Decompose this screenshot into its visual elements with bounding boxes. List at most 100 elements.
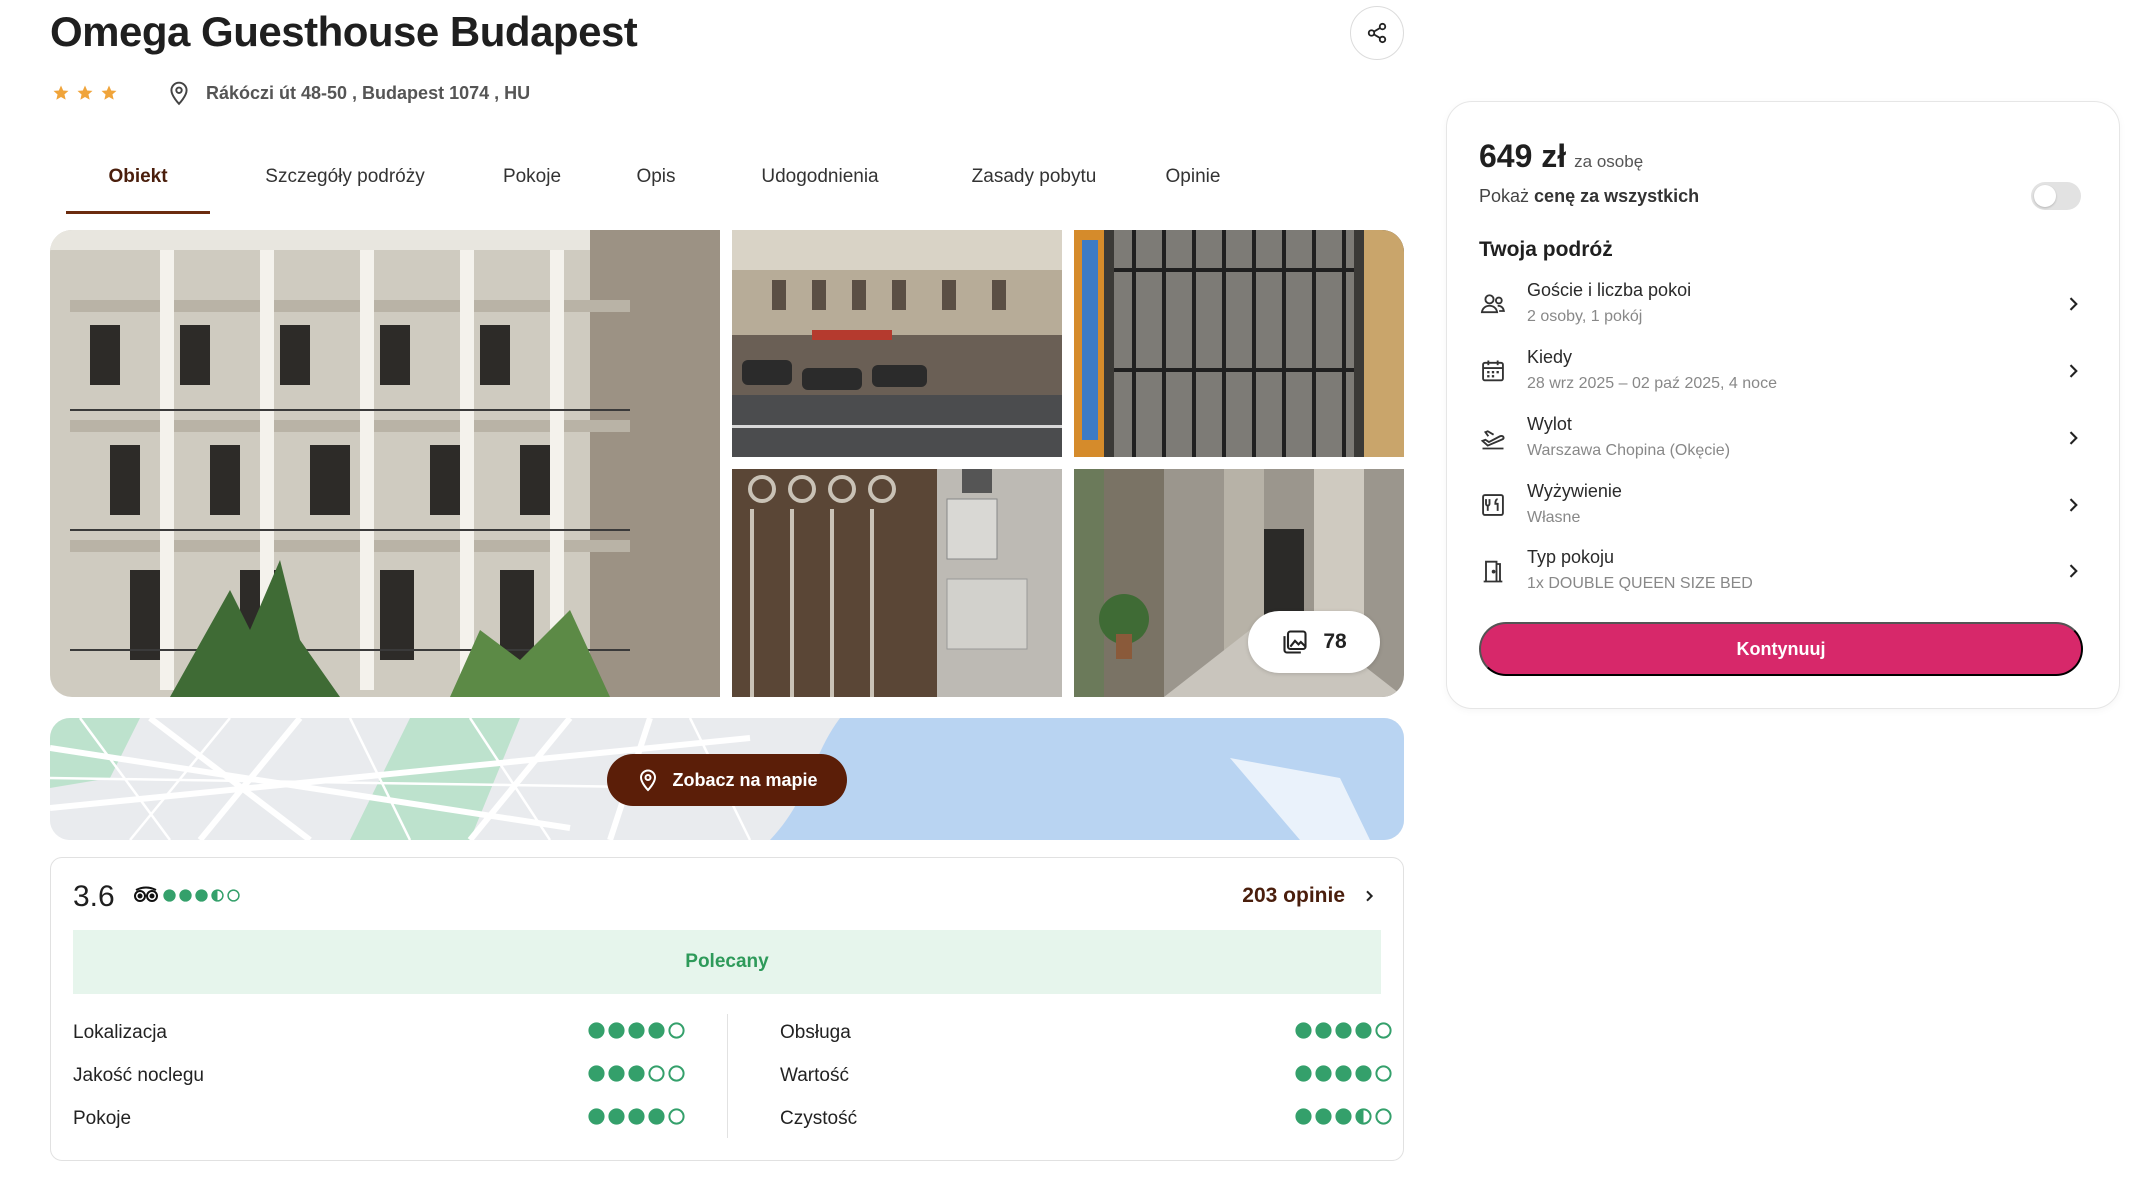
category-label: Wartość [780, 1065, 849, 1086]
tab-opinie[interactable]: Opinie [1138, 152, 1248, 214]
door-icon [1483, 560, 1503, 583]
price-toggle-label: Pokaż cenę za wszystkich [1479, 186, 1699, 207]
share-icon [1367, 22, 1387, 44]
photo-gallery[interactable] [50, 230, 1404, 697]
tab-opis[interactable]: Opis [616, 152, 696, 214]
trip-row-label: Wyżywienie [1527, 481, 1622, 501]
chevron-right-icon [2069, 431, 2078, 445]
category-label: Jakość noclegu [73, 1065, 204, 1086]
category-bubbles [588, 1065, 685, 1082]
rating-bubble [608, 1108, 625, 1125]
plane-departure-icon [1480, 430, 1505, 450]
category-label: Czystość [780, 1108, 858, 1129]
rating-bubbles [163, 888, 240, 902]
rating-bubble [1375, 1108, 1392, 1125]
rating-bubble [608, 1065, 625, 1082]
rating-bubble [227, 888, 240, 902]
rating-bubble [648, 1022, 665, 1039]
trip-row-label: Kiedy [1527, 347, 1573, 367]
trip-row-value: Własne [1527, 509, 1581, 526]
price-block: 649 zł za osobę [1479, 138, 1643, 175]
hotel-title: Omega Guesthouse Budapest [50, 8, 638, 55]
meal-icon [1482, 494, 1504, 516]
reviews-summary: 3.6 203 opinie Polecany Lokalizacja Jako… [50, 857, 1404, 1161]
rating-bubble [1375, 1022, 1392, 1039]
star-icon [53, 85, 69, 100]
rating-bubble [628, 1022, 645, 1039]
rating-bubble [668, 1022, 685, 1039]
gallery-photo-gate[interactable] [1074, 230, 1404, 457]
see-on-map-label: Zobacz na mapie [672, 769, 818, 790]
category-label: Pokoje [73, 1108, 132, 1129]
rating-bubble [1335, 1022, 1352, 1039]
trip-row-value: 1x DOUBLE QUEEN SIZE BED [1527, 575, 1753, 592]
rating-bubble [648, 1065, 665, 1082]
column-divider [727, 1014, 728, 1138]
tab-zasady-pobytu[interactable]: Zasady pobytu [944, 152, 1124, 214]
rating-bubble [1335, 1108, 1352, 1125]
gallery-icon [1283, 630, 1307, 654]
category-bubbles [588, 1108, 685, 1125]
rating-bubble [628, 1108, 645, 1125]
star-rating [52, 84, 118, 102]
toggle-bold: cenę za wszystkich [1534, 186, 1700, 206]
category-label: Lokalizacja [73, 1022, 167, 1043]
price-unit: za osobę [1574, 152, 1644, 171]
rating-bubble [1375, 1065, 1392, 1082]
price-for-all-toggle[interactable] [2031, 182, 2081, 210]
reviews-count-link[interactable]: 203 opinie [1242, 884, 1377, 908]
trip-row-dates[interactable]: Kiedy 28 wrz 2025 – 02 paź 2025, 4 noce [1479, 347, 2083, 409]
category-bubbles [588, 1022, 685, 1039]
trip-row-meals[interactable]: Wyżywienie Własne [1479, 481, 2083, 543]
star-icon [77, 85, 93, 100]
trip-row-label: Goście i liczba pokoi [1527, 280, 1692, 300]
tab-pokoje[interactable]: Pokoje [482, 152, 582, 214]
category-bubbles [1295, 1065, 1392, 1082]
gallery-photo-intercom[interactable] [732, 469, 1062, 697]
rating-bubble [1315, 1022, 1332, 1039]
tab-obiekt[interactable]: Obiekt [66, 152, 210, 214]
gallery-main-photo[interactable] [50, 230, 720, 697]
rating-bubble [588, 1065, 605, 1082]
trip-row-label: Wylot [1527, 414, 1572, 434]
rating-bubble [1315, 1108, 1332, 1125]
rating-bubble [1295, 1108, 1312, 1125]
rating-bubble [163, 888, 176, 902]
rating-bubble [179, 888, 192, 902]
star-icon [101, 85, 117, 100]
category-label: Obsługa [780, 1022, 851, 1043]
category-bubbles [1295, 1108, 1392, 1125]
chevron-right-icon [1366, 890, 1374, 902]
rating-bubble [211, 888, 224, 902]
see-on-map-button[interactable]: Zobacz na mapie [607, 754, 847, 806]
trip-row-departure[interactable]: Wylot Warszawa Chopina (Okęcie) [1479, 414, 2083, 476]
photo-count-button[interactable]: 78 [1248, 611, 1380, 673]
share-button[interactable] [1350, 6, 1404, 60]
trip-row-guests[interactable]: Goście i liczba pokoi 2 osoby, 1 pokój [1479, 280, 2083, 342]
tab-szczegoly-podrozy[interactable]: Szczegóły podróży [230, 152, 460, 214]
rating-bubble [1355, 1022, 1372, 1039]
tripadvisor-rating [133, 886, 240, 904]
gallery-photo-street[interactable] [732, 230, 1062, 457]
rating-bubble [1315, 1065, 1332, 1082]
price-value: 649 zł [1479, 138, 1567, 174]
photo-count-label: 78 [1323, 630, 1347, 653]
rating-bubble [1355, 1065, 1372, 1082]
recommended-badge: Polecany [73, 930, 1381, 994]
hotel-address: Rákóczi út 48-50 , Budapest 1074 , HU [206, 82, 531, 103]
rating-bubble [668, 1108, 685, 1125]
trip-row-room-type[interactable]: Typ pokoju 1x DOUBLE QUEEN SIZE BED [1479, 547, 2083, 609]
booking-card: 649 zł za osobę Pokaż cenę za wszystkich… [1446, 101, 2120, 709]
tab-udogodnienia[interactable]: Udogodnienia [730, 152, 910, 214]
toggle-prefix: Pokaż [1479, 186, 1530, 206]
trip-heading: Twoja podróż [1479, 238, 1613, 261]
chevron-right-icon [2069, 498, 2078, 512]
chevron-right-icon [2069, 564, 2078, 578]
rating-score: 3.6 [73, 880, 115, 913]
rating-bubble [1295, 1065, 1312, 1082]
continue-button[interactable]: Kontynuuj [1479, 622, 2083, 676]
location-pin-icon [170, 81, 188, 106]
rating-bubble [1335, 1065, 1352, 1082]
trip-row-value: 28 wrz 2025 – 02 paź 2025, 4 noce [1527, 375, 1777, 392]
calendar-icon [1482, 360, 1504, 382]
